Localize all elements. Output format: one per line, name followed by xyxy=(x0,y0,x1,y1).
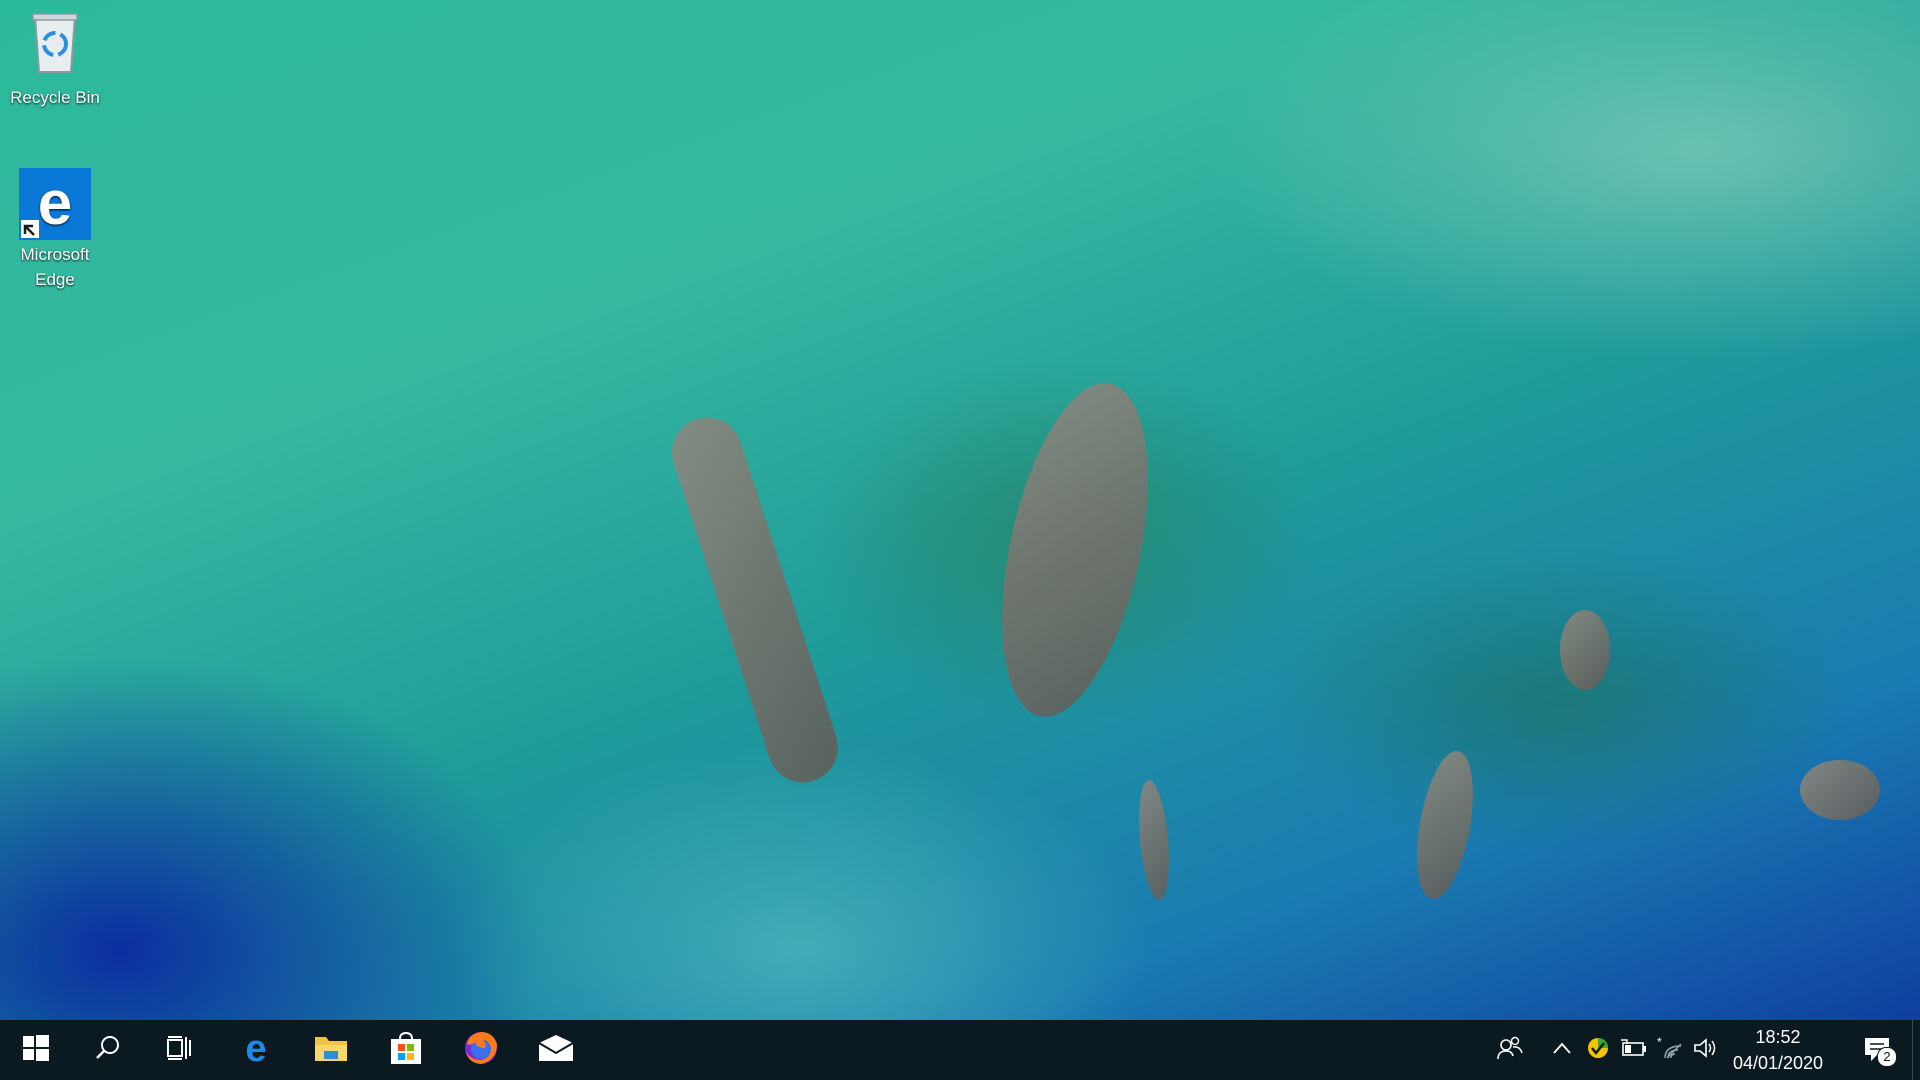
taskbar: e * 18:52 04/01/2020 2 xyxy=(0,1020,1920,1080)
security-shield-icon xyxy=(1586,1036,1610,1065)
action-center-button[interactable]: 2 xyxy=(1848,1020,1908,1080)
mail-icon xyxy=(537,1033,575,1068)
volume-icon xyxy=(1693,1037,1719,1064)
show-desktop-button[interactable] xyxy=(1912,1020,1920,1080)
edge-icon: e xyxy=(19,168,91,240)
clock-time: 18:52 xyxy=(1755,1027,1801,1047)
search-button[interactable] xyxy=(72,1020,144,1080)
battery-tray-button[interactable] xyxy=(1616,1020,1652,1080)
taskbar-pinned-edge[interactable]: e xyxy=(220,1020,292,1080)
windows-logo-icon xyxy=(23,1034,49,1066)
recycle-bin-icon xyxy=(10,8,100,83)
folder-icon xyxy=(314,1033,348,1068)
taskbar-pinned-mail[interactable] xyxy=(520,1020,592,1080)
desktop-icon-microsoft-edge[interactable]: e Microsoft Edge xyxy=(10,168,100,292)
svg-text:e: e xyxy=(245,1031,266,1065)
clock[interactable]: 18:52 04/01/2020 xyxy=(1718,1020,1838,1080)
desktop-wallpaper: Recycle Bin e Microsoft Edge xyxy=(0,0,1920,1020)
notification-icon: 2 xyxy=(1863,1035,1897,1067)
task-view-icon xyxy=(166,1035,194,1066)
wallpaper-island xyxy=(662,408,848,792)
security-tray-button[interactable] xyxy=(1580,1020,1616,1080)
people-icon xyxy=(1497,1036,1523,1065)
clock-date: 04/01/2020 xyxy=(1732,1053,1824,1073)
wallpaper-island xyxy=(1134,779,1174,901)
svg-text:e: e xyxy=(38,169,72,238)
taskbar-pinned-file-explorer[interactable] xyxy=(295,1020,367,1080)
store-icon xyxy=(389,1031,423,1070)
edge-icon: e xyxy=(239,1028,273,1070)
wallpaper-island xyxy=(1800,760,1880,820)
task-view-button[interactable] xyxy=(144,1020,216,1080)
start-button[interactable] xyxy=(0,1020,72,1080)
network-tray-button[interactable]: * xyxy=(1652,1020,1688,1080)
people-button[interactable] xyxy=(1492,1020,1528,1080)
desktop-icon-label: Microsoft Edge xyxy=(20,245,90,289)
battery-icon xyxy=(1620,1038,1648,1063)
wifi-icon: * xyxy=(1657,1035,1683,1065)
desktop-icon-recycle-bin[interactable]: Recycle Bin xyxy=(10,8,100,110)
svg-text:*: * xyxy=(1657,1036,1662,1049)
desktop-icon-label: Recycle Bin xyxy=(10,88,100,107)
show-hidden-icons-button[interactable] xyxy=(1544,1020,1580,1080)
firefox-icon xyxy=(463,1030,499,1071)
search-icon xyxy=(95,1035,121,1066)
wallpaper-island xyxy=(976,370,1174,730)
notification-count-badge: 2 xyxy=(1877,1047,1897,1067)
taskbar-pinned-store[interactable] xyxy=(370,1020,442,1080)
chevron-up-icon xyxy=(1552,1041,1572,1060)
wallpaper-island xyxy=(1407,746,1483,904)
taskbar-pinned-firefox[interactable] xyxy=(445,1020,517,1080)
wallpaper-island xyxy=(1560,610,1610,690)
